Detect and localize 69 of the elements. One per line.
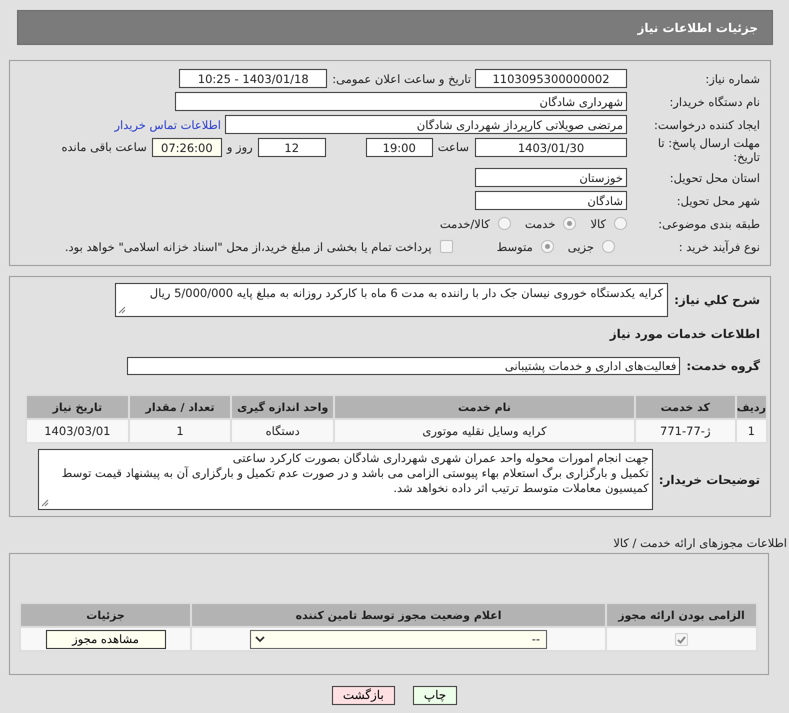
field-label: ایجاد کننده درخواست: xyxy=(653,118,760,132)
radio-label: کالا/خدمت xyxy=(440,216,490,230)
radio-label: خدمت xyxy=(524,216,556,230)
field-label: مهلت ارسال پاسخ: تا تاریخ: xyxy=(656,136,760,164)
radio-label: جزیی xyxy=(568,240,594,254)
days-field: 12 xyxy=(258,138,326,157)
table-cell: 1 xyxy=(736,419,767,443)
print-button[interactable]: چاپ xyxy=(412,686,458,705)
column-header: کد خدمت xyxy=(634,395,736,419)
field-label: ساعت xyxy=(438,140,469,154)
page-title: جزئیات اطلاعات نیاز xyxy=(637,20,758,34)
field-label: نوع فرآیند خرید : xyxy=(678,240,760,254)
buyer-notes-textarea[interactable] xyxy=(38,449,653,510)
column-header: الزامی بودن ارائه مجوز xyxy=(606,603,757,627)
field-label: نام دستگاه خریدار: xyxy=(668,94,760,108)
deadline-time-field: 19:00 xyxy=(366,138,433,157)
deadline-date-field: 1403/01/30 xyxy=(475,138,627,157)
announce-date-field: 1403/01/18 - 10:25 xyxy=(179,69,328,88)
status-dropdown[interactable]: -- xyxy=(250,630,548,648)
province-field: خوزستان xyxy=(475,168,627,187)
back-button[interactable]: بازگشت xyxy=(332,686,395,705)
field-label: ساعت باقی مانده xyxy=(62,140,147,154)
requester-field: مرتضی صویلاتی کارپرداز شهرداری شادگان xyxy=(225,115,627,134)
column-header: جزئیات xyxy=(20,603,192,627)
field-label: توضیحات خریدار: xyxy=(658,472,760,486)
field-label: روز و xyxy=(226,140,253,154)
table-cell: 1 xyxy=(128,419,232,443)
radio-button[interactable] xyxy=(614,217,627,230)
radio-button[interactable] xyxy=(498,217,511,230)
radio-button[interactable] xyxy=(540,240,554,253)
resize-grip-icon xyxy=(40,499,49,507)
resize-grip-icon xyxy=(118,306,126,314)
table-cell: 1403/03/01 xyxy=(26,419,129,443)
description-textarea[interactable]: کرایه یکدستگاه خوروی نیسان جک دار با راننده به مدت 6 ماه با کارکرد روزانه به مبلغ پایه 5/000/000 ریال xyxy=(115,283,668,317)
column-header: واحد اندازه گیری xyxy=(231,395,334,419)
buyer-contact-link[interactable]: اطلاعات تماس خریدار xyxy=(114,118,221,132)
column-header: تاریخ نیاز xyxy=(26,395,129,419)
section-heading: اطلاعات مجوزهای ارائه خدمت / کالا xyxy=(613,536,787,550)
table-cell: دستگاه xyxy=(231,419,334,443)
service-group-field: فعالیت‌های اداری و خدمات پشتیبانی xyxy=(127,357,680,375)
city-field: شادگان xyxy=(475,191,627,210)
checkbox[interactable] xyxy=(675,632,688,646)
description-text: کرایه یکدستگاه خوروی نیسان جک دار با راننده به مدت 6 ماه با کارکرد روزانه به مبلغ پایه 5/000/000 ریال xyxy=(150,286,664,300)
view-permit-button[interactable]: مشاهده مجوز xyxy=(46,630,166,648)
column-header: ردیف xyxy=(736,395,767,419)
table-cell: کرایه وسایل نقلیه موتوری xyxy=(334,419,635,443)
field-label: استان محل تحویل: xyxy=(668,170,760,184)
field-label: طبقه بندی موضوعی: xyxy=(657,216,760,230)
column-header: اعلام وضعیت مجوز توسط تامین کننده xyxy=(191,603,606,627)
radio-button[interactable] xyxy=(563,217,576,230)
field-label: شماره نیاز: xyxy=(704,72,760,86)
need-number-field: 1103095300000002 xyxy=(475,69,627,88)
field-label: گروه خدمت: xyxy=(686,359,760,373)
section-heading: اطلاعات خدمات مورد نیاز xyxy=(610,327,760,343)
payment-note: پرداخت تمام یا بخشی از مبلغ خرید،از محل "اسناد خزانه اسلامی" خواهد بود. xyxy=(64,240,432,254)
checkbox[interactable] xyxy=(440,240,453,253)
chevron-down-icon xyxy=(255,636,266,642)
remaining-time-field: 07:26:00 xyxy=(152,138,222,157)
radio-button[interactable] xyxy=(602,240,615,253)
field-label: شرح کلي نياز: xyxy=(674,293,760,307)
field-label: شهر محل تحویل: xyxy=(676,194,760,208)
column-header: نام خدمت xyxy=(334,395,635,419)
radio-label: متوسط xyxy=(496,240,533,254)
buyer-notes-text: جهت انجام امورات محوله واحد عمران شهری شهرداری شادگان بصورت کارکرد ساعتی تکمیل و بارگزاری برگ استعلام بهاء پیوستی الزامی می باشد و در صورت عدم تکمیل و بارگزاری آن به پیشنهاد قیمت توسط کمیسیون معاملات متوسط ترتیب اثر داده نخواهد شد. xyxy=(62,451,649,495)
field-label: تاریخ و ساعت اعلان عمومی: xyxy=(332,72,471,86)
buyer-org-field: شهرداری شادگان xyxy=(175,92,627,111)
column-header: تعداد / مقدار xyxy=(128,395,232,419)
radio-label: کالا xyxy=(590,216,606,230)
table-cell: ژ-77-771 xyxy=(634,419,736,443)
